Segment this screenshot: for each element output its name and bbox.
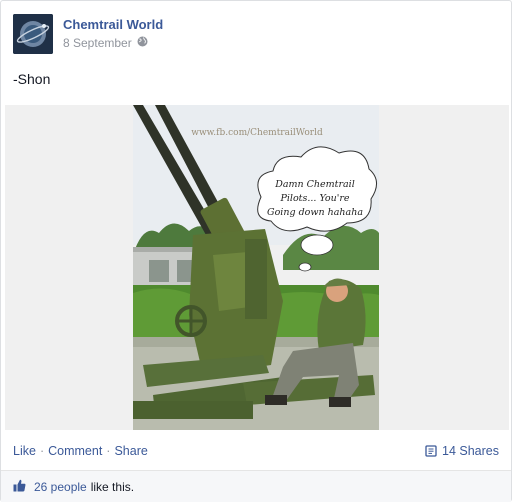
post-actions: Like · Comment · Share 14 Shares bbox=[13, 444, 499, 458]
photo-container[interactable]: Damn Chemtrail Pilots... You're Going do… bbox=[5, 105, 509, 430]
shares-count: 14 Shares bbox=[442, 444, 499, 458]
share-button[interactable]: Share bbox=[114, 444, 147, 458]
likes-count-link[interactable]: 26 people bbox=[34, 480, 87, 494]
speech-line-2: Pilots... You're bbox=[279, 193, 349, 204]
page-name-link[interactable]: Chemtrail World bbox=[63, 17, 163, 32]
post-card: Chemtrail World 8 September -Shon Damn C… bbox=[0, 0, 512, 502]
action-separator: · bbox=[106, 444, 111, 458]
thumbs-up-icon bbox=[13, 479, 26, 495]
photo-watermark: www.fb.com/ChemtrailWorld bbox=[191, 128, 323, 138]
like-button[interactable]: Like bbox=[13, 444, 36, 458]
page-avatar[interactable] bbox=[13, 14, 53, 54]
action-separator: · bbox=[39, 444, 45, 458]
action-links: Like · Comment · Share bbox=[13, 444, 148, 458]
shares-link[interactable]: 14 Shares bbox=[425, 444, 499, 458]
avatar-image bbox=[13, 14, 53, 54]
post-header: Chemtrail World 8 September bbox=[13, 14, 163, 54]
post-photo[interactable]: Damn Chemtrail Pilots... You're Going do… bbox=[133, 105, 379, 430]
post-text: -Shon bbox=[13, 71, 51, 87]
speech-line-1: Damn Chemtrail bbox=[274, 179, 355, 190]
post-timestamp[interactable]: 8 September bbox=[63, 36, 132, 50]
likes-summary: 26 people like this. bbox=[1, 470, 511, 502]
comment-button[interactable]: Comment bbox=[48, 444, 102, 458]
speech-line-3: Going down hahaha bbox=[267, 207, 363, 218]
share-icon bbox=[425, 445, 437, 457]
likes-suffix: like this. bbox=[90, 479, 135, 494]
globe-icon bbox=[137, 36, 148, 50]
